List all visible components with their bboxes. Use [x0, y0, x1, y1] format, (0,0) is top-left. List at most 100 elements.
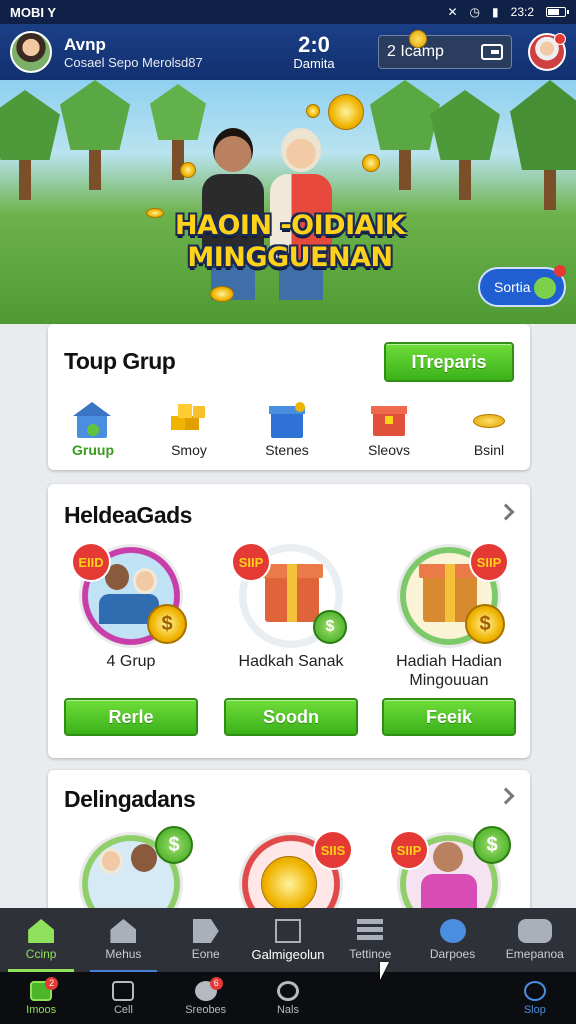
nav-item-menu[interactable]: Mehus: [82, 908, 164, 972]
users-icon: 6: [194, 976, 223, 1001]
green-coin-icon: $: [473, 826, 511, 864]
reward-button-label: Feeik: [425, 706, 473, 727]
category-item[interactable]: Sleovs: [348, 402, 430, 458]
rewards-card: HeldeaGads EIID $ 4 Grup Rerle SIIP $ Ha…: [48, 484, 530, 758]
blue-box-icon: [267, 402, 307, 438]
event-badge: SIIS: [313, 830, 353, 870]
nav-label: Mehus: [105, 947, 142, 961]
top-header: Avnp Cosael Sepo Merolsd87 2:0 Damita 2 …: [0, 24, 576, 80]
primary-nav: Ccinp Mehus Eone Galmigeolun Tettinoe Da…: [0, 908, 576, 972]
category-item[interactable]: Stenes: [246, 402, 328, 458]
refresh-icon: [276, 980, 299, 1001]
reward-button-label: Soodn: [263, 706, 319, 727]
globe-icon: [439, 919, 466, 943]
nav-item-globe[interactable]: Darpoes: [411, 908, 493, 972]
wallet-icon[interactable]: [481, 44, 503, 60]
category-label: Smoy: [171, 442, 207, 458]
reward-badge: EIID: [71, 542, 111, 582]
reward-item[interactable]: SIIP $ Hadkah Sanak Soodn: [224, 542, 358, 736]
coin-stack-icon: [469, 402, 509, 438]
nav-item-cards[interactable]: Galmigeolun: [247, 908, 329, 972]
green-coin-icon: $: [313, 610, 347, 644]
status-time: 23:2: [510, 5, 534, 19]
nav2-item-globe[interactable]: Slop: [494, 972, 576, 1024]
notification-dot: [554, 33, 566, 45]
category-item[interactable]: Gruup: [52, 402, 134, 458]
nav-item-home[interactable]: Ccinp: [0, 908, 82, 972]
score-label: Damita: [293, 55, 335, 71]
carrier-label: MOBI Y: [10, 4, 56, 20]
top-group-card: Toup Grup ITreparis Gruup Smoy Stenes Sl…: [48, 324, 530, 470]
events-title: Delingadans: [64, 786, 196, 812]
rewards-title: HeldeaGads: [64, 502, 192, 528]
nav-label: Tettinoe: [349, 947, 392, 961]
user-name: Avnp: [64, 34, 106, 54]
score-display: 2:0 Damita: [274, 33, 354, 71]
mute-icon: ✕: [447, 5, 458, 19]
category-item[interactable]: Bsinl: [448, 402, 530, 458]
chevron-right-icon[interactable]: [497, 503, 515, 521]
coin-icon: [146, 208, 164, 218]
nav2-item-call[interactable]: Cell: [82, 972, 164, 1024]
nav-label: Slop: [523, 1003, 546, 1016]
nav-item-stack[interactable]: Tettinoe: [329, 908, 411, 972]
coin-icon: [210, 286, 234, 302]
tree-decoration: [60, 80, 130, 190]
reward-button[interactable]: Feeik: [382, 698, 516, 736]
reward-image: EIID $: [71, 542, 187, 648]
nav2-item-friends[interactable]: 6 Sreobes: [165, 972, 247, 1024]
category-item[interactable]: Smoy: [148, 402, 230, 458]
reward-badge: SIIP: [469, 542, 509, 582]
user-subtitle: Cosael Sepo Merolsd87: [64, 54, 203, 70]
nav-badge: 2: [45, 976, 59, 990]
mouse-cursor-icon: [380, 962, 389, 980]
user-avatar[interactable]: [10, 31, 52, 73]
coin-balance[interactable]: 2 Icamp: [378, 30, 512, 69]
banner-title-line1: HAOIN -OIDIAIK: [174, 210, 406, 241]
user-info: Avnp Cosael Sepo Merolsd87: [64, 35, 274, 70]
nav2-spacer: [411, 972, 493, 1024]
top-group-action-button[interactable]: ITreparis: [384, 342, 514, 382]
promo-banner[interactable]: HAOIN -OIDIAIK MINGGUENAN Sortia: [0, 80, 576, 324]
nav-item-gamepad[interactable]: Emepanoa: [494, 908, 576, 972]
friend-avatar[interactable]: [528, 33, 566, 71]
category-label: Stenes: [265, 442, 309, 458]
reward-image: SIIP $: [231, 542, 347, 648]
nav-label: Sreobes: [185, 1003, 227, 1016]
nav2-item-refresh[interactable]: Nals: [247, 972, 329, 1024]
secondary-nav: 2 Imoos Cell 6 Sreobes Nals Slop: [0, 972, 576, 1024]
nav-label: Ccinp: [25, 947, 57, 961]
category-label: Bsinl: [473, 442, 505, 458]
dice-icon: [534, 277, 556, 299]
reward-badge: SIIP: [231, 542, 271, 582]
reward-button[interactable]: Rerle: [64, 698, 198, 736]
events-card: Delingadans $ SIIS SIIP $: [48, 770, 530, 936]
nav2-item-home[interactable]: 2 Imoos: [0, 972, 82, 1024]
reward-button[interactable]: Soodn: [224, 698, 358, 736]
nav-item-tag[interactable]: Eone: [165, 908, 247, 972]
house-icon: [110, 919, 137, 943]
chevron-right-icon[interactable]: [497, 787, 515, 805]
close-badge-icon[interactable]: [554, 265, 566, 277]
sortia-button[interactable]: Sortia: [478, 265, 566, 307]
phone-icon: [112, 980, 135, 1001]
banner-title-line2: MINGGUENAN: [187, 242, 393, 273]
nav-label: Imoos: [26, 1003, 57, 1016]
coin-icon: [362, 154, 380, 172]
coin-icon: $: [465, 604, 505, 644]
nav-label: Eone: [191, 947, 220, 961]
tree-decoration: [510, 80, 576, 210]
coin-icon: [180, 162, 196, 178]
banner-title: HAOIN -OIDIAIK MINGGUENAN: [170, 210, 410, 274]
nav-label: Nals: [276, 1003, 299, 1016]
stack-icon: [357, 919, 384, 943]
sortia-label: Sortia: [494, 279, 531, 295]
reward-item[interactable]: EIID $ 4 Grup Rerle: [64, 542, 198, 736]
reward-item[interactable]: SIIP $ Hadiah Hadian Mingouuan Feeik: [382, 542, 516, 736]
green-coin-icon: $: [155, 826, 193, 864]
nav-label: Cell: [113, 1003, 133, 1016]
coin-icon: $: [147, 604, 187, 644]
alarm-icon: ◷: [469, 5, 481, 19]
cards-icon: [274, 918, 301, 943]
tree-decoration: [430, 90, 500, 200]
